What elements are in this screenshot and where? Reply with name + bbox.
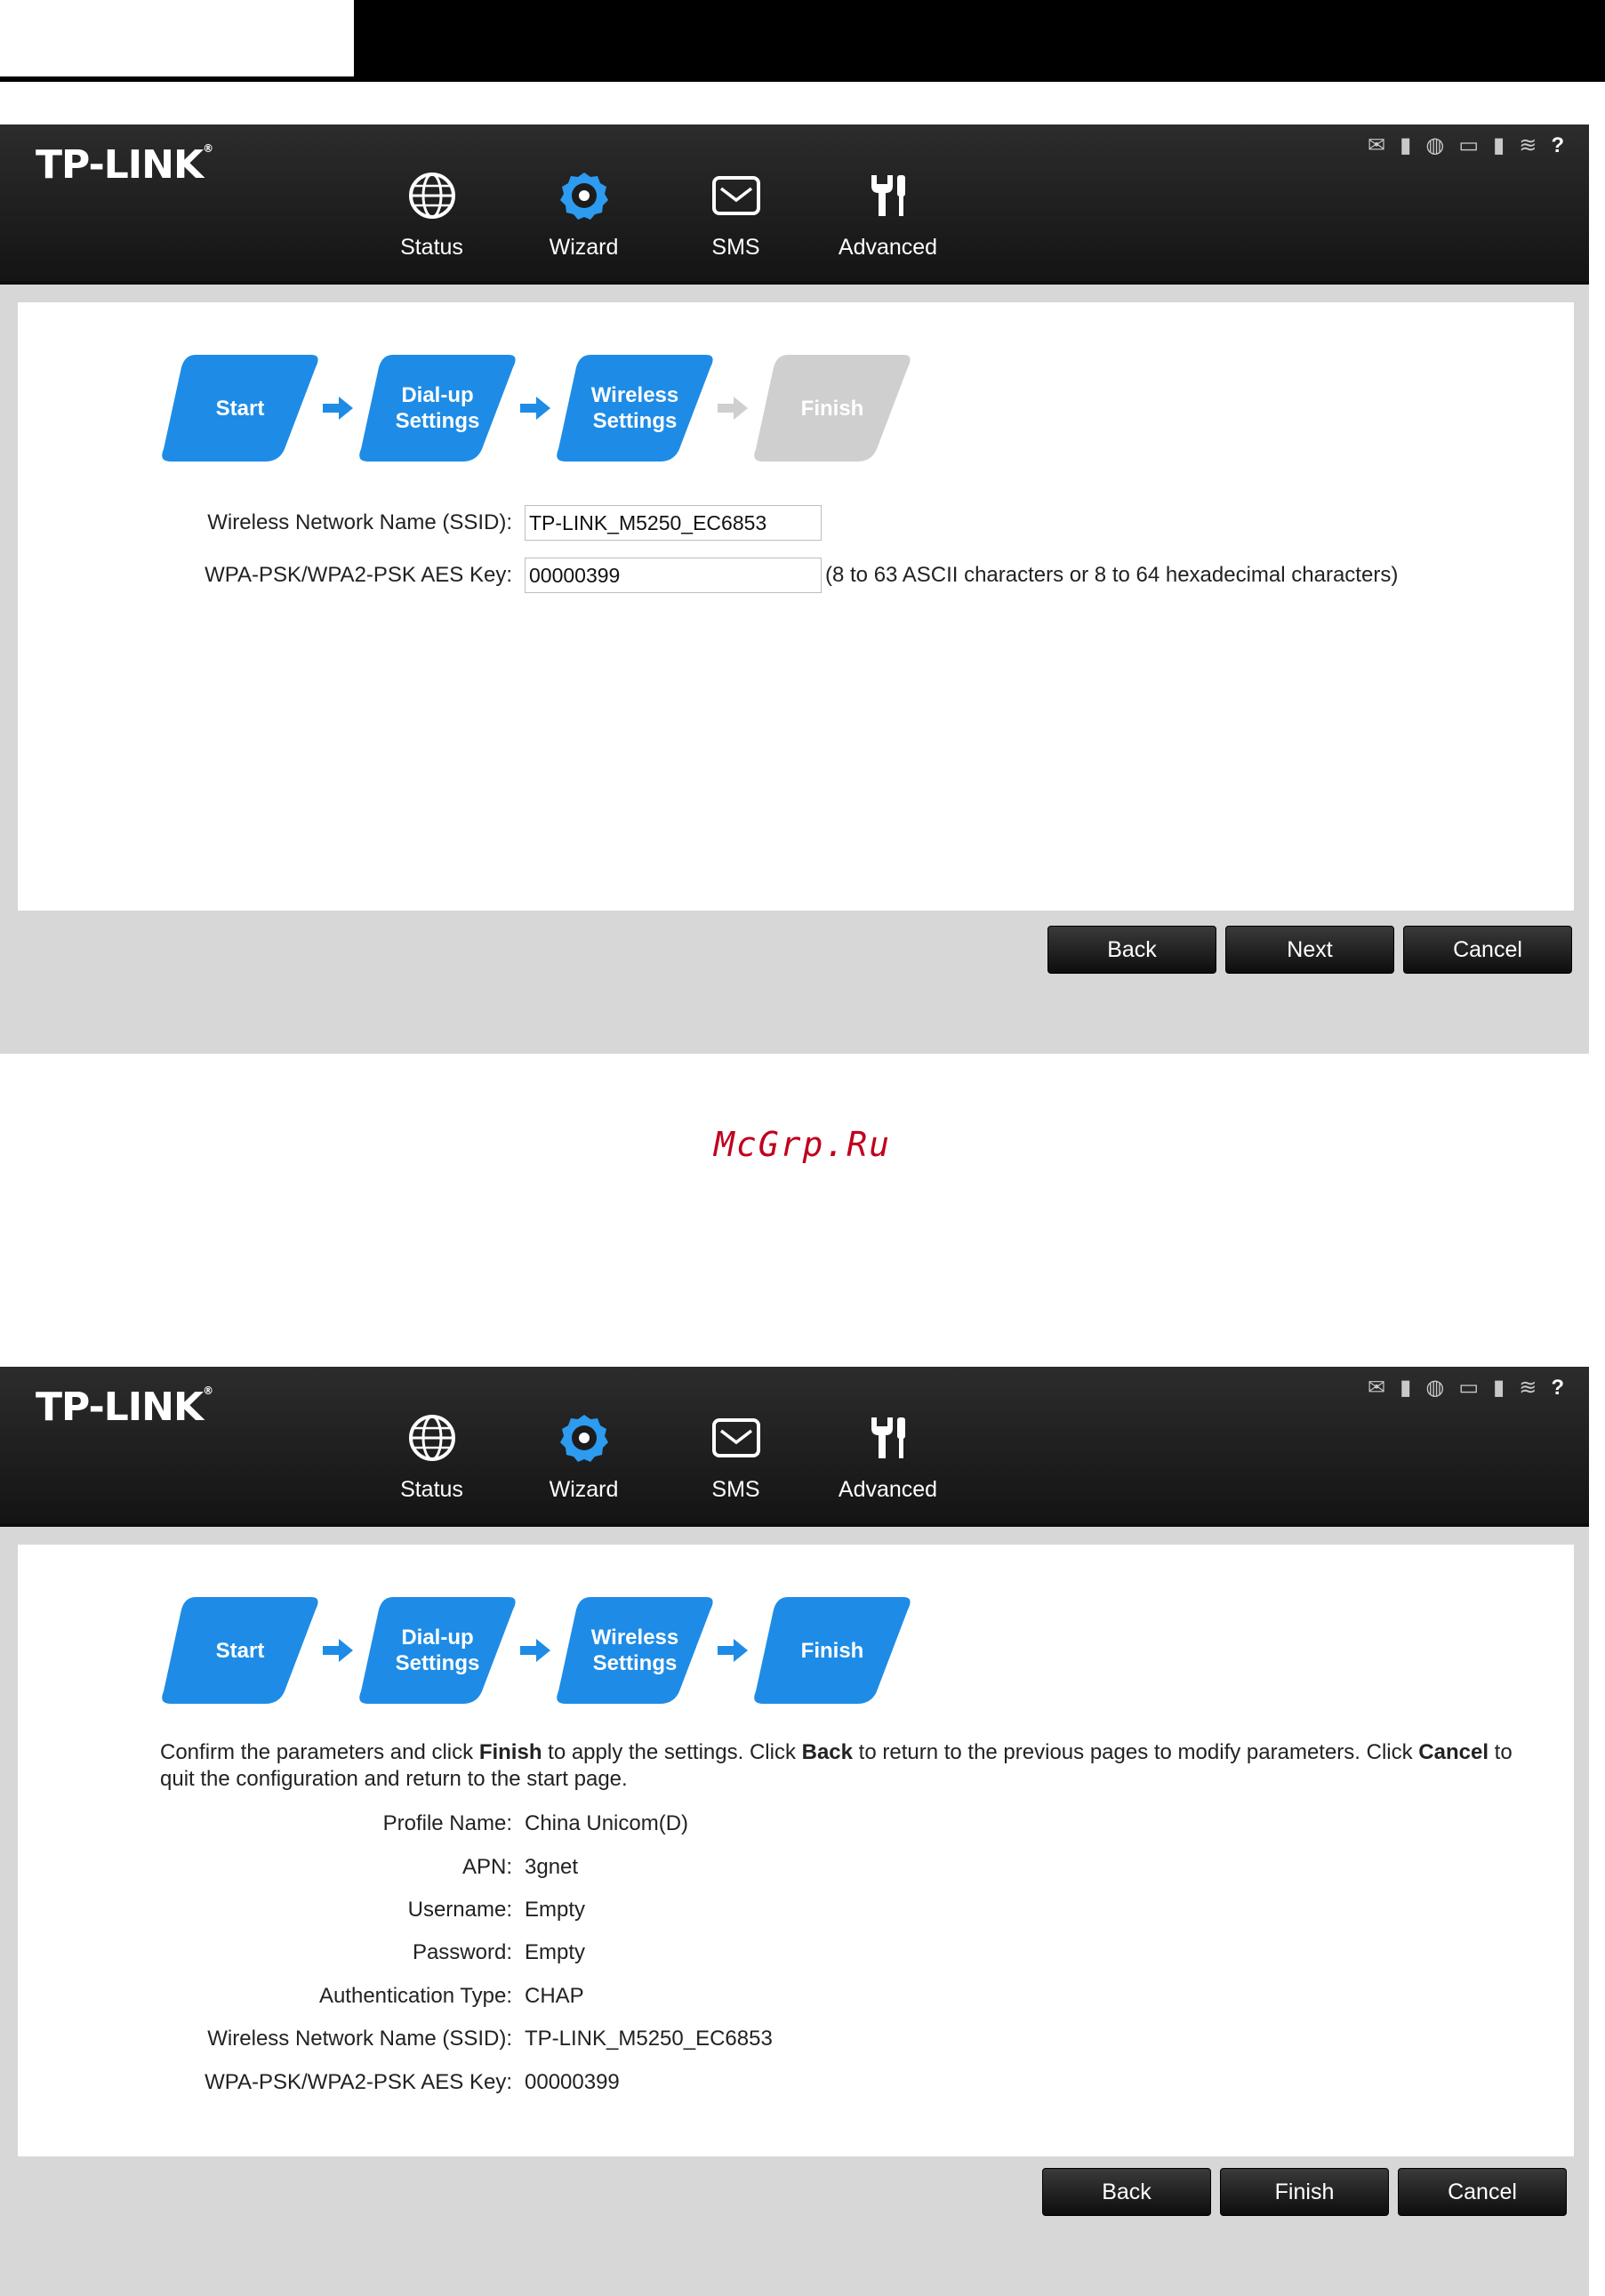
wizard-content-panel: Start Dial-up Settings Wireless Settings… [18, 1545, 1574, 2156]
status-icon-bar: ✉ ▮ ◍ ▭ ▮ ≋ ? [1368, 133, 1564, 158]
document-header-bar [0, 0, 1605, 82]
nav-status-label: Status [400, 235, 463, 260]
globe-icon: ◍ [1425, 133, 1445, 157]
globe-icon: ◍ [1425, 1376, 1445, 1400]
nav-status[interactable]: Status [356, 169, 508, 261]
back-button[interactable]: Back [1047, 926, 1216, 974]
summary-row-auth-type: Authentication Type: CHAP [318, 1984, 584, 2008]
ssid-label: Wireless Network Name (SSID): [207, 510, 512, 534]
summary-row-apn: APN: 3gnet [461, 1855, 579, 1879]
help-icon[interactable]: ? [1551, 133, 1564, 158]
step-dialup: Dial-up Settings [357, 1594, 518, 1707]
ssid-row: Wireless Network Name (SSID): [18, 504, 822, 542]
nav-sms[interactable]: SMS [660, 1411, 812, 1503]
nav-wizard-label: Wizard [549, 235, 619, 260]
nav-wizard[interactable]: Wizard [508, 169, 660, 261]
sd-card-icon: ▮ [1493, 133, 1505, 157]
wizard-screen-confirm: TP-LINK® ✉ ▮ ◍ ▭ ▮ ≋ ? Status Wizard SMS… [0, 1367, 1589, 2296]
wizard-screen-wireless: TP-LINK® ✉ ▮ ◍ ▭ ▮ ≋ ? Status Wizard SMS… [0, 124, 1589, 1054]
sd-card-icon: ▮ [1493, 1376, 1505, 1400]
arrow-icon [520, 1639, 550, 1662]
arrow-icon [323, 1639, 353, 1662]
step-wireless: Wireless Settings [555, 351, 715, 465]
globe-icon [405, 169, 459, 222]
key-label: WPA-PSK/WPA2-PSK AES Key: [205, 563, 512, 587]
nav-advanced-label: Advanced [838, 1477, 938, 1502]
ssid-input[interactable] [525, 505, 822, 541]
wizard-steps: Start Dial-up Settings Wireless Settings… [160, 1594, 960, 1709]
mail-icon[interactable]: ✉ [1368, 1376, 1385, 1401]
finish-button[interactable]: Finish [1220, 2168, 1389, 2216]
step-finish: Finish [752, 1594, 912, 1707]
nav-wizard[interactable]: Wizard [508, 1411, 660, 1503]
watermark: McGrp.Ru [713, 1125, 892, 1164]
tools-icon [862, 169, 915, 222]
document-header-white-block [0, 0, 354, 76]
step-finish: Finish [752, 351, 912, 465]
summary-row-password: Password: Empty [412, 1940, 586, 1964]
help-icon[interactable]: ? [1551, 1376, 1564, 1401]
nav-sms-label: SMS [711, 235, 760, 260]
main-nav: Status Wizard SMS Advanced [356, 1411, 964, 1503]
key-input[interactable] [525, 558, 822, 593]
top-navigation-bar: TP-LINK® ✉ ▮ ◍ ▭ ▮ ≋ ? Status Wizard SMS… [0, 124, 1589, 285]
back-button[interactable]: Back [1042, 2168, 1211, 2216]
status-icon-bar: ✉ ▮ ◍ ▭ ▮ ≋ ? [1368, 1376, 1564, 1401]
arrow-icon [520, 397, 550, 420]
globe-icon [405, 1411, 459, 1465]
signal-icon: ▮ [1400, 133, 1412, 157]
envelope-icon [710, 169, 763, 222]
arrow-icon [323, 397, 353, 420]
wizard-gear-icon [558, 169, 611, 222]
summary-row-profile: Profile Name: China Unicom(D) [382, 1811, 689, 1835]
battery-icon: ▭ [1458, 133, 1479, 157]
step-wireless: Wireless Settings [555, 1594, 715, 1707]
arrow-icon [718, 397, 748, 420]
nav-advanced[interactable]: Advanced [812, 1411, 964, 1503]
step-dialup: Dial-up Settings [357, 351, 518, 465]
nav-status-label: Status [400, 1477, 463, 1502]
signal-icon: ▮ [1400, 1376, 1412, 1400]
summary-row-ssid: Wireless Network Name (SSID): TP-LINK_M5… [207, 2027, 773, 2051]
tp-link-logo: TP-LINK® [36, 1385, 213, 1430]
main-nav: Status Wizard SMS Advanced [356, 169, 964, 261]
step-start: Start [160, 1594, 320, 1707]
wifi-icon: ≋ [1519, 133, 1537, 157]
nav-advanced[interactable]: Advanced [812, 169, 964, 261]
next-button[interactable]: Next [1225, 926, 1394, 974]
nav-wizard-label: Wizard [549, 1477, 619, 1502]
battery-icon: ▭ [1458, 1376, 1479, 1400]
arrow-icon [718, 1639, 748, 1662]
nav-advanced-label: Advanced [838, 235, 938, 260]
summary-row-username: Username: Empty [407, 1898, 586, 1922]
nav-sms-label: SMS [711, 1477, 760, 1502]
step-start: Start [160, 351, 320, 465]
nav-status[interactable]: Status [356, 1411, 508, 1503]
top-navigation-bar: TP-LINK® ✉ ▮ ◍ ▭ ▮ ≋ ? Status Wizard SMS… [0, 1367, 1589, 1527]
wizard-content-panel: Start Dial-up Settings Wireless Settings… [18, 302, 1574, 911]
summary-row-key: WPA-PSK/WPA2-PSK AES Key: 00000399 [205, 2070, 620, 2094]
nav-sms[interactable]: SMS [660, 169, 812, 261]
confirm-instructions: Confirm the parameters and click Finish … [160, 1740, 1513, 1791]
wifi-icon: ≋ [1519, 1376, 1537, 1400]
cancel-button[interactable]: Cancel [1403, 926, 1572, 974]
cancel-button[interactable]: Cancel [1398, 2168, 1567, 2216]
tools-icon [862, 1411, 915, 1465]
envelope-icon [710, 1411, 763, 1465]
key-row: WPA-PSK/WPA2-PSK AES Key: (8 to 63 ASCII… [18, 557, 1398, 594]
mail-icon[interactable]: ✉ [1368, 133, 1385, 158]
key-hint: (8 to 63 ASCII characters or 8 to 64 hex… [825, 563, 1399, 587]
wizard-gear-icon [558, 1411, 611, 1465]
wizard-steps: Start Dial-up Settings Wireless Settings… [160, 351, 960, 467]
tp-link-logo: TP-LINK® [36, 142, 213, 188]
